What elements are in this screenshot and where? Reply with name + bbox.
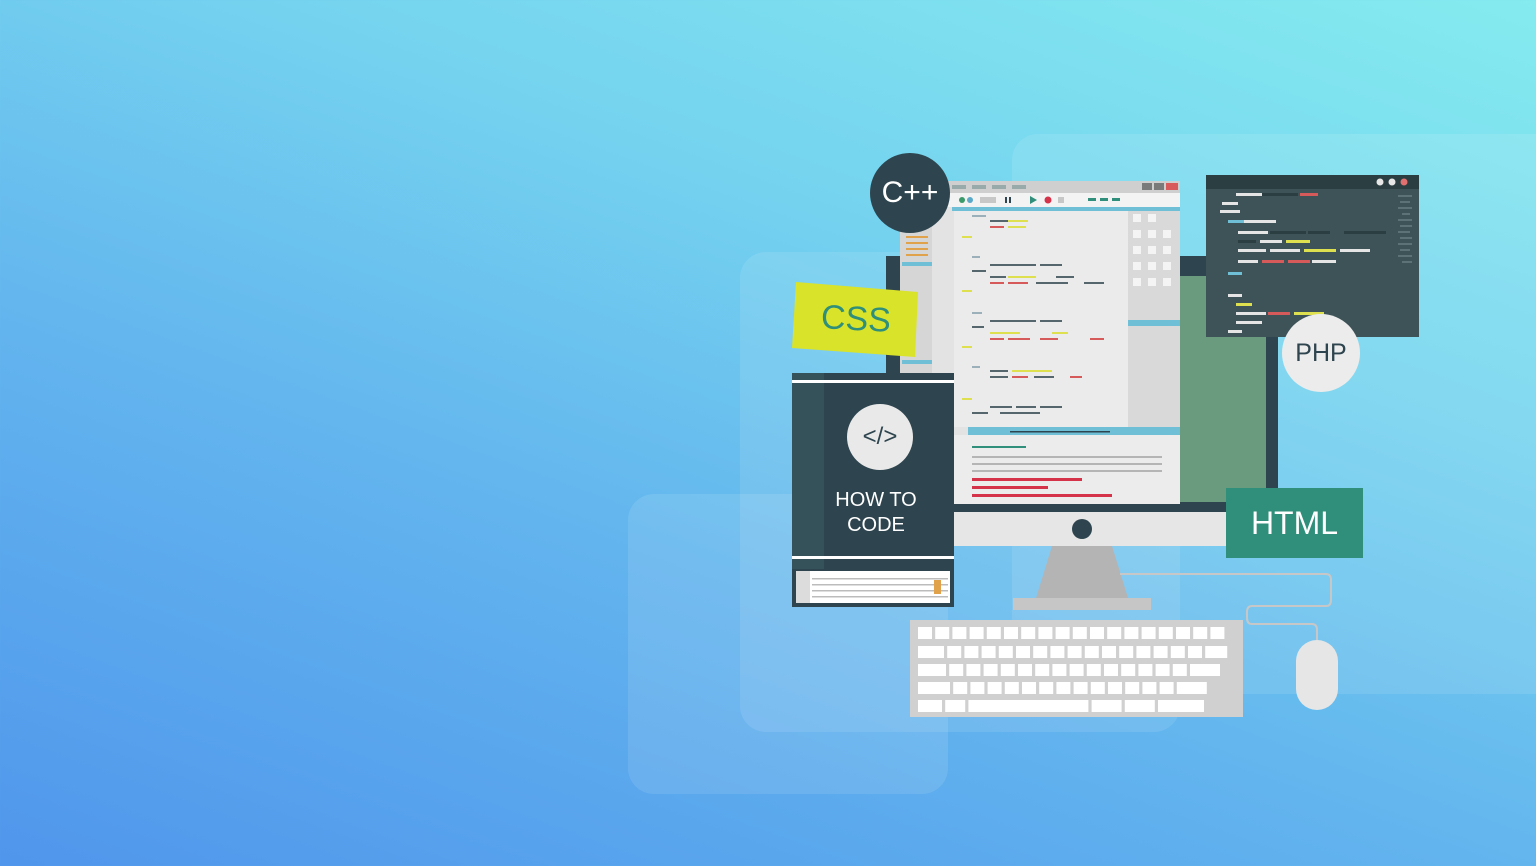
keyboard-key (935, 627, 950, 639)
keyboard-key (1125, 682, 1140, 694)
php-code-window (1206, 175, 1419, 337)
keyboard-key (969, 627, 984, 639)
keyboard-key (1176, 682, 1207, 694)
window-dots-icon (1376, 178, 1408, 186)
keyboard-key (1124, 627, 1139, 639)
keyboard-key (981, 646, 996, 658)
css-badge: CSS (794, 284, 917, 354)
keyboard-key (964, 646, 979, 658)
keyboard-key (918, 682, 950, 694)
keyboard-key (1004, 682, 1019, 694)
keyboard-icon (910, 620, 1243, 717)
keyboard-key (966, 664, 981, 676)
monitor-camera-dot (1072, 519, 1092, 539)
keyboard-key (945, 700, 966, 712)
keyboard-key (918, 700, 942, 712)
code-brackets-icon-label: </> (862, 423, 898, 450)
keyboard-key (1090, 682, 1105, 694)
keyboard-key (1104, 664, 1118, 676)
cpp-badge: C++ (870, 153, 950, 233)
keyboard-key (1018, 664, 1032, 676)
keyboard-key (1172, 664, 1187, 676)
keyboard-key (1170, 646, 1185, 658)
cpp-badge-label: C++ (881, 176, 939, 209)
keyboard-key (1158, 700, 1204, 712)
keyboard-key (1016, 646, 1030, 658)
keyboard-key (1004, 627, 1018, 639)
book-title-line2: CODE (847, 514, 905, 536)
keyboard-key (952, 627, 967, 639)
html-badge: HTML (1226, 488, 1363, 558)
book-title: HOW TO CODE (824, 488, 928, 538)
keyboard-key (1205, 646, 1228, 658)
keyboard-key (947, 646, 962, 658)
keyboard-key (1210, 627, 1225, 639)
keyboard-key (1107, 627, 1122, 639)
html-badge-label: HTML (1250, 504, 1339, 541)
keyboard-key (1141, 627, 1156, 639)
keyboard-key (998, 646, 1013, 658)
keyboard-key (1067, 646, 1082, 658)
keyboard-key (1084, 646, 1099, 658)
keyboard-key (983, 664, 998, 676)
keyboard-key (1193, 627, 1208, 639)
keyboard-key (1153, 646, 1168, 658)
keyboard-key (1136, 646, 1151, 658)
keyboard-key (1090, 627, 1104, 639)
keyboard-key (1086, 664, 1101, 676)
keyboard-key (968, 700, 1089, 712)
css-badge-label: CSS (820, 297, 892, 340)
keyboard-key (918, 646, 944, 658)
keyboard-key (1176, 627, 1190, 639)
keyboard-key (1069, 664, 1084, 676)
keyboard-key (1072, 627, 1087, 639)
keyboard-key (918, 664, 946, 676)
keyboard-key (1155, 664, 1170, 676)
keyboard-key (1021, 627, 1036, 639)
keyboard-key (1159, 682, 1174, 694)
keyboard-key (1039, 682, 1054, 694)
keyboard-key (1142, 682, 1157, 694)
keyboard-key (1108, 682, 1122, 694)
keyboard-key (970, 682, 985, 694)
php-badge-label: PHP (1295, 338, 1347, 367)
keyboard-key (1050, 646, 1065, 658)
illustration (792, 153, 1419, 717)
keyboard-key (1119, 646, 1134, 658)
php-badge: PHP (1282, 314, 1360, 392)
keyboard-key (1138, 664, 1153, 676)
keyboard-key (1188, 646, 1202, 658)
keyboard-key (1022, 682, 1036, 694)
monitor-base (1013, 598, 1151, 610)
keyboard-key (1038, 627, 1053, 639)
book-title-line1: HOW TO (835, 489, 917, 511)
keyboard-key (1190, 664, 1220, 676)
code-brackets-icon: </> (847, 404, 913, 470)
keyboard-key (1052, 664, 1067, 676)
keyboard-key (918, 627, 932, 639)
monitor-stand (1036, 546, 1128, 598)
record-icon (1044, 196, 1052, 204)
keyboard-key (949, 664, 964, 676)
keyboard-key (953, 682, 968, 694)
keyboard-key (1121, 664, 1136, 676)
keyboard-key (1000, 664, 1015, 676)
keyboard-key (1055, 627, 1070, 639)
keyboard-key (1035, 664, 1050, 676)
keyboard-key (1033, 646, 1048, 658)
keyboard-key (986, 627, 1001, 639)
keyboard-key (1056, 682, 1071, 694)
keyboard-key (1124, 700, 1155, 712)
pause-icon (1005, 197, 1007, 203)
keyboard-key (1073, 682, 1088, 694)
keyboard-key (1158, 627, 1173, 639)
keyboard-key (1102, 646, 1116, 658)
keyboard-key (987, 682, 1002, 694)
keyboard-key (1091, 700, 1122, 712)
